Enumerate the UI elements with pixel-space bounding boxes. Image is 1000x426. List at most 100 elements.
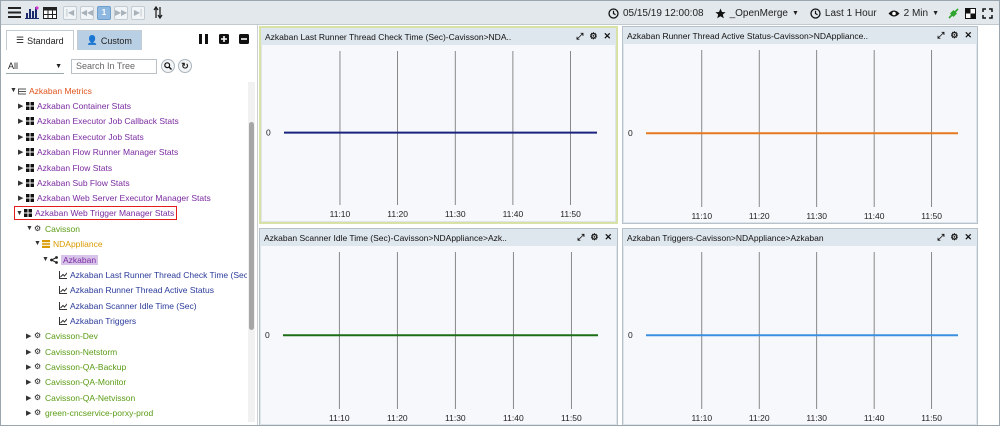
close-icon[interactable]: ✕ — [604, 232, 612, 243]
server-icon — [42, 239, 50, 248]
tree-root[interactable]: ▼ Azkaban Metrics — [10, 84, 92, 97]
y-tick-label: 0 — [628, 128, 633, 138]
grid-icon — [26, 147, 34, 156]
share-icon — [50, 255, 58, 264]
x-tick-label: 11:10 — [691, 211, 712, 221]
tree-tier-label: Cavisson-QA-Netvisson — [45, 392, 136, 403]
tree-search-input[interactable]: Search In Tree — [71, 59, 157, 74]
tree-metric[interactable]: Azkaban Runner Thread Active Status — [59, 283, 214, 296]
cogs-icon: ⚙ — [34, 376, 42, 386]
datetime-text: 05/15/19 12:00:08 — [622, 7, 704, 19]
tree-group-label: Azkaban Executor Job Callback Stats — [37, 115, 179, 126]
close-icon[interactable]: ✕ — [603, 31, 611, 42]
tree-group[interactable]: ▶ Azkaban Container Stats — [18, 99, 131, 112]
tree-group[interactable]: ▶ Azkaban Executor Job Stats — [18, 130, 144, 143]
refresh-dropdown[interactable]: 2 Min ▼ — [888, 8, 939, 19]
favorite-text: _OpenMerge — [729, 7, 788, 19]
prev-page-button[interactable]: ◀◀ — [80, 5, 94, 20]
search-button[interactable] — [161, 59, 175, 73]
close-icon[interactable]: ✕ — [964, 30, 972, 41]
caret-right-icon: ▶ — [18, 102, 24, 110]
connect-button[interactable] — [948, 7, 959, 19]
first-page-button[interactable]: |◀ — [63, 5, 77, 20]
tree-group[interactable]: ▶ Azkaban Executor Job Callback Stats — [18, 114, 179, 127]
last-page-button[interactable]: ▶| — [131, 5, 145, 20]
caret-right-icon: ▶ — [26, 363, 32, 371]
line-chart: 11:10 11:20 11:30 11:40 11:50 0 — [628, 50, 958, 221]
gear-icon[interactable]: ⚙ — [950, 30, 958, 41]
x-tick-label: 11:20 — [749, 211, 770, 221]
layout-icon — [965, 7, 976, 19]
tree-instance[interactable]: ▼ Azkaban — [42, 253, 99, 266]
favorite-dropdown[interactable]: _OpenMerge ▼ — [714, 7, 799, 19]
close-icon[interactable]: ✕ — [964, 232, 972, 243]
refresh-icon: ↻ — [181, 60, 189, 71]
gear-icon[interactable]: ⚙ — [950, 232, 958, 243]
fullscreen-button[interactable] — [982, 7, 993, 19]
x-tick-label: 11:10 — [329, 413, 350, 423]
gear-icon[interactable]: ⚙ — [589, 31, 597, 42]
tree-tier[interactable]: ▶ ⚙ green-cncservice-porxy-prod — [26, 406, 153, 419]
cogs-icon: ⚙ — [34, 346, 42, 356]
sort-icon[interactable] — [151, 3, 165, 23]
grid-icon — [26, 101, 34, 110]
gear-icon[interactable]: ⚙ — [590, 232, 598, 243]
tree-metric[interactable]: Azkaban Last Runner Thread Check Time (S… — [59, 268, 247, 281]
collapse-all-button[interactable] — [238, 33, 249, 44]
expand-panel-icon[interactable]: ⤢ — [577, 232, 584, 243]
tree-tier[interactable]: ▶ ⚙ Cavisson-QA-Monitor — [26, 375, 126, 388]
tree-metric[interactable]: Azkaban Scanner Idle Time (Sec) — [59, 299, 197, 312]
tree-group-selected[interactable]: ▼ Azkaban Web Trigger Manager Stats — [14, 206, 178, 220]
filter-select[interactable]: All ▼ — [6, 59, 64, 74]
caret-right-icon: ▶ — [26, 394, 32, 402]
tree-tier[interactable]: ▶ ⚙ Cavisson-Dev — [26, 329, 98, 342]
duration-dropdown[interactable]: Last 1 Hour — [810, 8, 877, 19]
tree-server[interactable]: ▼ NDAppliance — [34, 237, 103, 250]
refresh-tree-button[interactable]: ↻ — [178, 59, 192, 73]
cogs-icon: ⚙ — [34, 392, 42, 402]
pause-button[interactable] — [198, 33, 209, 44]
tree-tier[interactable]: ▶ ⚙ Cavisson-Netstorm — [26, 345, 117, 358]
tree-group-label: Azkaban Web Server Executor Manager Stat… — [37, 192, 211, 203]
tree-tier[interactable]: ▼ ⚙ Cavisson — [26, 222, 80, 235]
chevron-down-icon: ▼ — [791, 9, 799, 17]
top-toolbar: |◀ ◀◀ 1 ▶▶ ▶| 05/15/19 12:00:08 _OpenMer… — [1, 1, 999, 25]
tree-group[interactable]: ▶ Azkaban Web Server Executor Manager Sta… — [18, 191, 211, 204]
y-tick-label: 0 — [265, 330, 270, 340]
datetime-display[interactable]: 05/15/19 12:00:08 — [608, 8, 704, 19]
tree-tier[interactable]: ▶ ⚙ Cavisson-QA-Netvisson — [26, 391, 135, 404]
chart-area: 11:10 11:20 11:30 11:40 11:50 0 — [624, 44, 976, 222]
tab-standard[interactable]: ☰ Standard — [6, 30, 74, 50]
chart-panel-2: Azkaban Runner Thread Active Status-Cavi… — [622, 26, 978, 224]
expand-panel-icon[interactable]: ⤢ — [937, 232, 944, 243]
page-number-button[interactable]: 1 — [97, 5, 111, 20]
x-tick-label: 11:10 — [691, 413, 712, 423]
tree-scrollbar[interactable] — [248, 82, 255, 422]
caret-right-icon: ▶ — [18, 194, 24, 202]
bar-chart-icon[interactable] — [23, 3, 41, 23]
expand-panel-icon[interactable]: ⤢ — [937, 30, 944, 41]
tab-standard-label: Standard — [27, 35, 64, 46]
x-tick-label: 11:30 — [445, 209, 466, 219]
tree-group[interactable]: ▶ Azkaban Sub Flow Stats — [18, 176, 130, 189]
search-icon — [164, 62, 172, 70]
expand-all-button[interactable] — [218, 33, 229, 44]
tree-tier[interactable]: ▶ ⚙ Cavisson-QA-Backup — [26, 360, 126, 373]
scrollbar-thumb[interactable] — [249, 122, 254, 330]
tree-metric[interactable]: Azkaban Triggers — [59, 314, 136, 327]
cogs-icon: ⚙ — [34, 407, 42, 417]
plus-square-icon — [218, 33, 229, 44]
expand-panel-icon[interactable]: ⤢ — [576, 31, 583, 42]
tree-metric-label: Azkaban Triggers — [70, 315, 137, 326]
line-chart-icon — [59, 270, 67, 279]
tab-custom[interactable]: 👤 Custom — [76, 30, 142, 50]
table-icon[interactable] — [41, 3, 59, 23]
menu-icon[interactable] — [5, 3, 23, 23]
layout-button[interactable] — [965, 7, 976, 19]
tree-group[interactable]: ▶ Azkaban Flow Stats — [18, 161, 112, 174]
next-page-button[interactable]: ▶▶ — [114, 5, 128, 20]
tree-group[interactable]: ▶ Azkaban Flow Runner Manager Stats — [18, 145, 178, 158]
tree-instance-label: Azkaban — [61, 254, 99, 265]
chevron-down-icon: ▼ — [932, 9, 939, 17]
grid-icon — [24, 209, 32, 217]
